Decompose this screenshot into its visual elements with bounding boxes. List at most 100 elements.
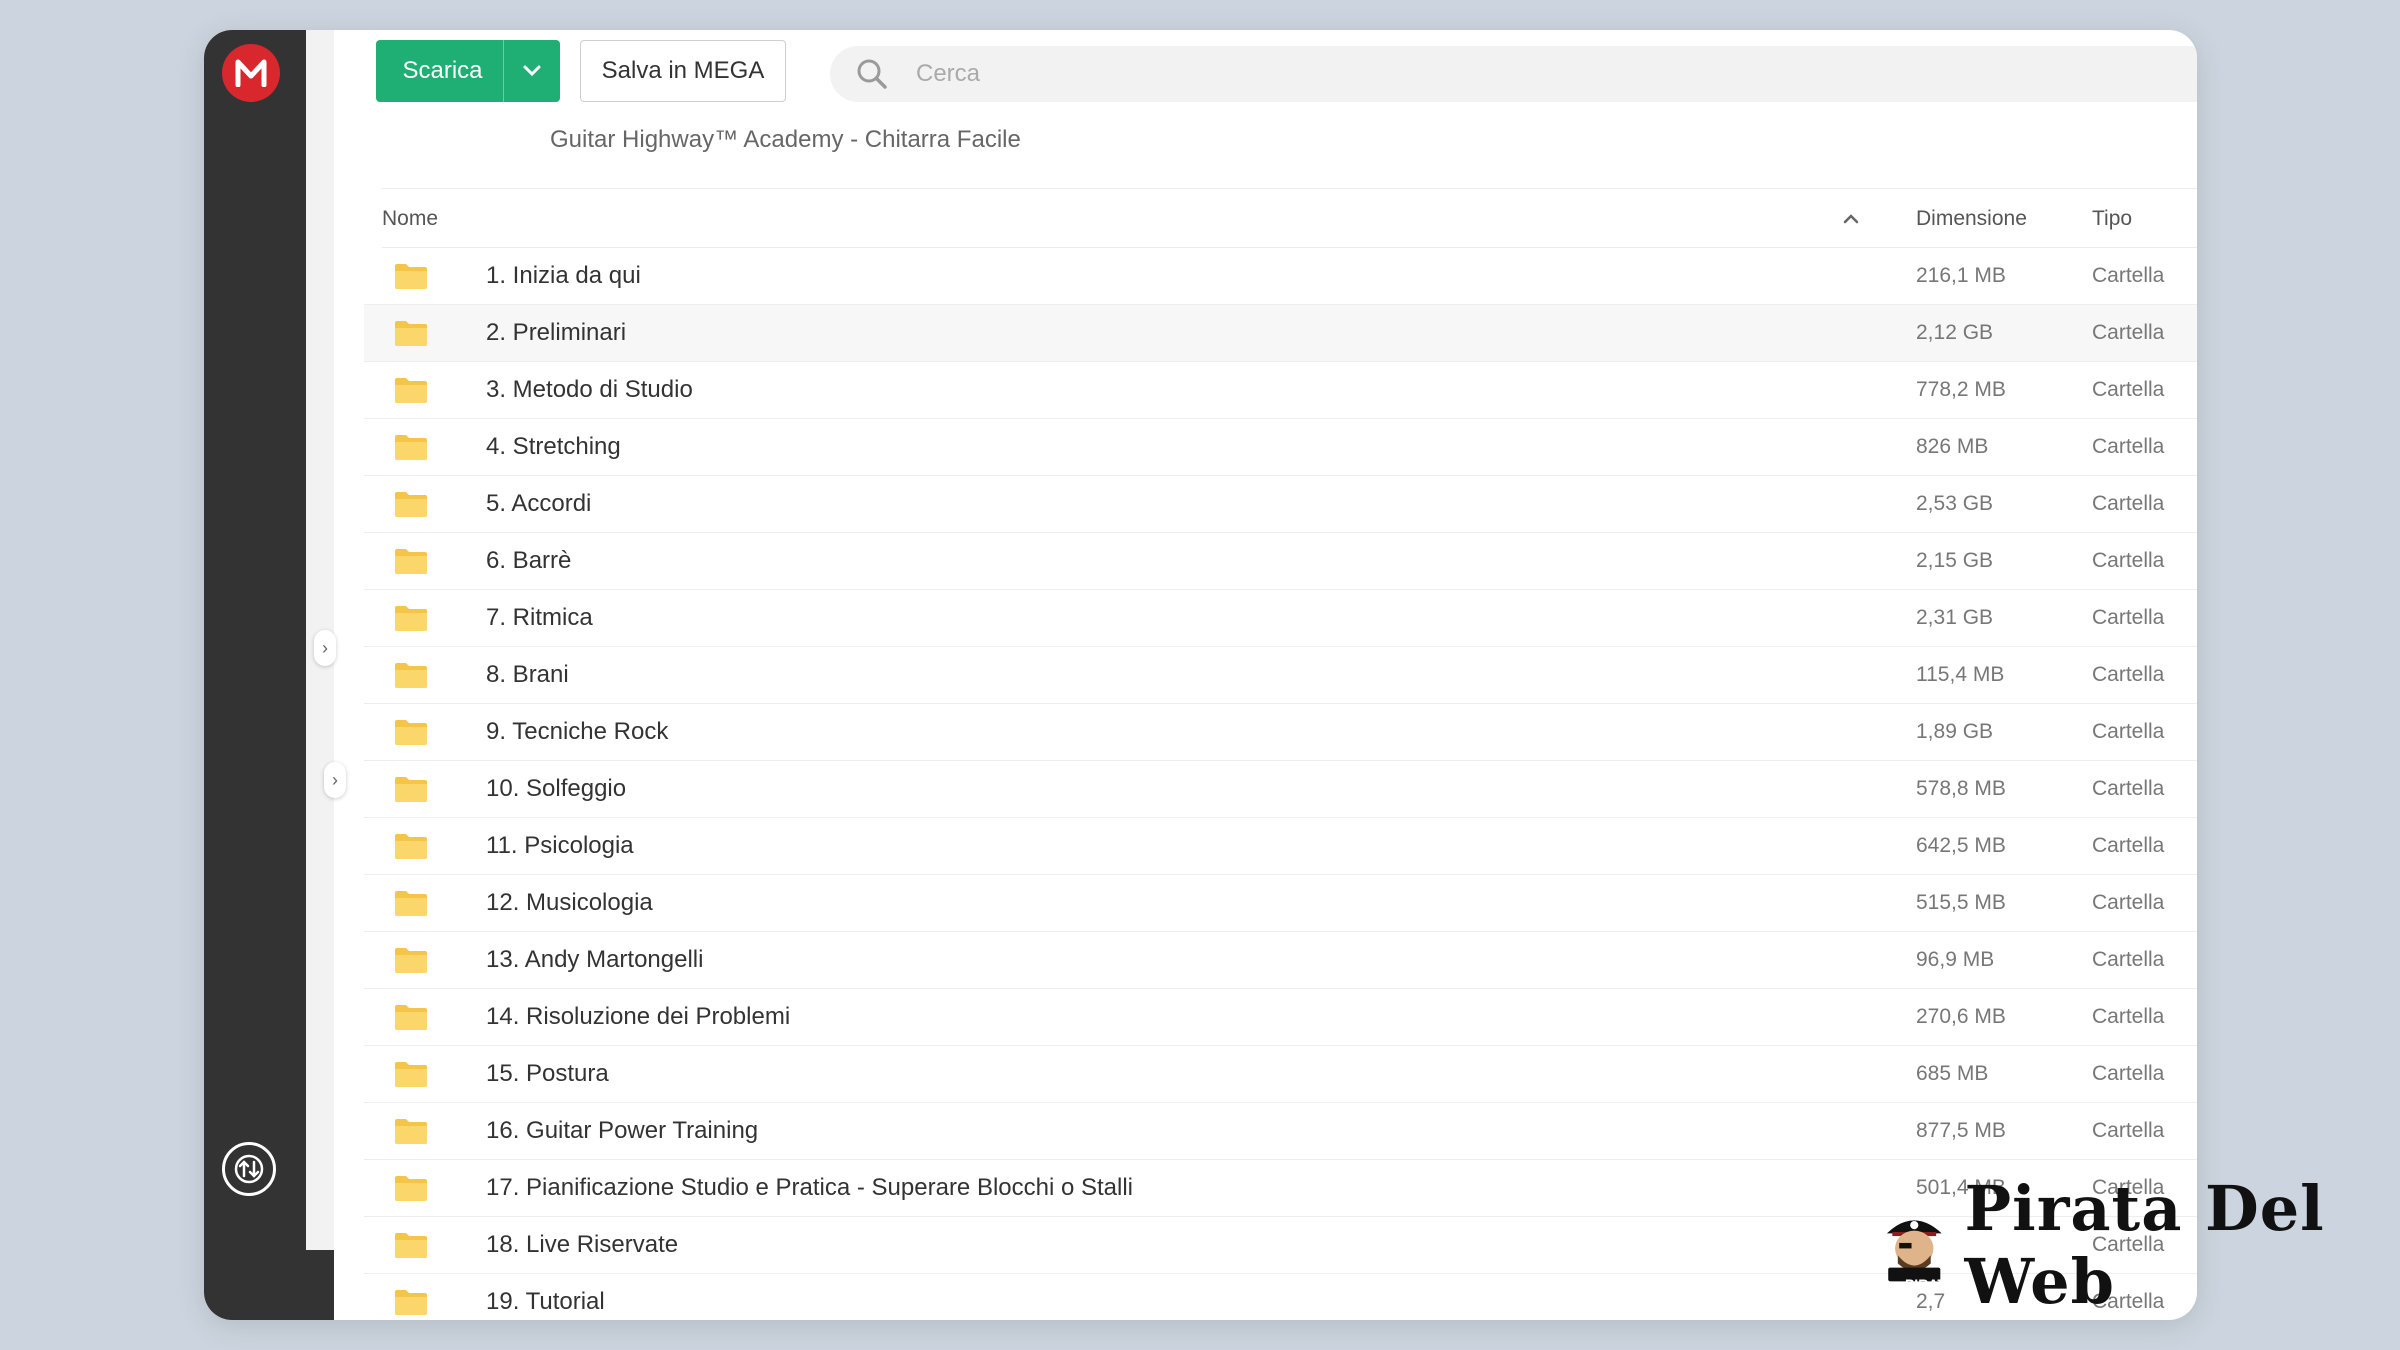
table-row[interactable]: 15. Postura 685 MB Cartella [364, 1046, 2197, 1103]
folder-icon [394, 490, 428, 525]
search-bar[interactable]: Cerca [830, 46, 2197, 102]
table-row[interactable]: 10. Solfeggio 578,8 MB Cartella [364, 761, 2197, 818]
search-icon [848, 57, 896, 91]
row-name: 14. Risoluzione dei Problemi [486, 1003, 791, 1030]
row-size: 578,8 MB [1916, 777, 2006, 800]
folder-icon [394, 433, 428, 468]
row-size: 685 MB [1916, 1062, 1989, 1085]
row-name: 2. Preliminari [486, 319, 627, 346]
row-name: 18. Live Riservate [486, 1231, 679, 1258]
corner-logo-text: Pirata Del Web [1964, 1172, 2325, 1318]
row-name: 12. Musicologia [486, 889, 653, 916]
row-name: 7. Ritmica [486, 604, 593, 631]
chevron-right-icon: › [322, 637, 328, 658]
mega-window: › › Scarica Salva in MEGA Cerca Guitar H… [204, 30, 2197, 1320]
row-name: 15. Postura [486, 1060, 609, 1087]
row-name: 1. Inizia da qui [486, 262, 641, 289]
row-size: 877,5 MB [1916, 1119, 2006, 1142]
folder-icon [394, 946, 428, 981]
column-header-size[interactable]: Dimensione [1916, 207, 2027, 231]
row-size: 778,2 MB [1916, 378, 2006, 401]
folder-icon [394, 718, 428, 753]
folder-icon [394, 604, 428, 639]
row-type: Cartella [2092, 891, 2165, 914]
row-name: 19. Tutorial [486, 1288, 605, 1315]
row-type: Cartella [2092, 606, 2165, 629]
folder-icon [394, 889, 428, 924]
breadcrumb[interactable]: Guitar Highway™ Academy - Chitarra Facil… [550, 126, 1021, 154]
chevron-down-icon[interactable] [503, 40, 560, 102]
table-row[interactable]: 5. Accordi 2,53 GB Cartella [364, 476, 2197, 533]
main-content: Scarica Salva in MEGA Cerca Guitar Highw… [334, 30, 2197, 1320]
save-button-label: Salva in MEGA [601, 57, 765, 84]
row-type: Cartella [2092, 378, 2165, 401]
row-name: 10. Solfeggio [486, 775, 627, 802]
table-row[interactable]: 2. Preliminari 2,12 GB Cartella [364, 305, 2197, 362]
table-row[interactable]: 8. Brani 115,4 MB Cartella [364, 647, 2197, 704]
download-button[interactable]: Scarica [376, 40, 560, 102]
row-name: 13. Andy Martongelli [486, 946, 704, 973]
folder-icon [394, 1117, 428, 1152]
mega-logo-icon[interactable] [222, 44, 280, 102]
table-row[interactable]: 4. Stretching 826 MB Cartella [364, 419, 2197, 476]
folder-icon [394, 832, 428, 867]
row-type: Cartella [2092, 549, 2165, 572]
row-size: 115,4 MB [1916, 663, 2005, 686]
row-type: Cartella [2092, 1005, 2165, 1028]
row-type: Cartella [2092, 1062, 2165, 1085]
row-name: 8. Brani [486, 661, 569, 688]
row-size: 96,9 MB [1916, 948, 1995, 971]
table-row[interactable]: 3. Metodo di Studio 778,2 MB Cartella [364, 362, 2197, 419]
table-row[interactable]: 7. Ritmica 2,31 GB Cartella [364, 590, 2197, 647]
folder-icon [394, 1231, 428, 1266]
save-to-mega-button[interactable]: Salva in MEGA [580, 40, 786, 102]
download-button-label: Scarica [402, 57, 483, 84]
table-row[interactable]: 14. Risoluzione dei Problemi 270,6 MB Cart… [364, 989, 2197, 1046]
row-type: Cartella [2092, 321, 2165, 344]
row-name: 16. Guitar Power Training [486, 1117, 759, 1144]
row-type: Cartella [2092, 1119, 2165, 1142]
folder-icon [394, 1003, 428, 1038]
table-row[interactable]: 6. Barrè 2,15 GB Cartella [364, 533, 2197, 590]
table-row[interactable]: 12. Musicologia 515,5 MB Cartella [364, 875, 2197, 932]
folder-icon [394, 319, 428, 354]
row-size: 270,6 MB [1916, 1005, 2006, 1028]
row-name: 3. Metodo di Studio [486, 376, 693, 403]
corner-logo-badge: PIRATA [1904, 1276, 1956, 1292]
table-header: Nome Dimensione Tipo [382, 188, 2197, 248]
search-input[interactable]: Cerca [916, 60, 980, 88]
row-name: 9. Tecniche Rock [486, 718, 669, 745]
folder-icon [394, 1174, 428, 1209]
transfer-manager-icon[interactable] [222, 1142, 276, 1196]
row-name: 5. Accordi [486, 490, 592, 517]
table-row[interactable]: 16. Guitar Power Training 877,5 MB Cartell… [364, 1103, 2197, 1160]
table-row[interactable]: 1. Inizia da qui 216,1 MB Cartella [364, 248, 2197, 305]
row-size: 2,53 GB [1916, 492, 1994, 515]
row-size: 216,1 MB [1916, 264, 2006, 287]
folder-icon [394, 1060, 428, 1095]
row-name: 11. Psicologia [486, 832, 634, 859]
table-row[interactable]: 9. Tecniche Rock 1,89 GB Cartella [364, 704, 2197, 761]
row-type: Cartella [2092, 948, 2165, 971]
row-size: 826 MB [1916, 435, 1989, 458]
row-type: Cartella [2092, 492, 2165, 515]
table-row[interactable]: 13. Andy Martongelli 96,9 MB Cartella [364, 932, 2197, 989]
row-size: 515,5 MB [1916, 891, 2006, 914]
table-row[interactable]: 11. Psicologia 642,5 MB Cartella [364, 818, 2197, 875]
row-size: 642,5 MB [1916, 834, 2006, 857]
column-header-name[interactable]: Nome [382, 207, 438, 231]
column-header-type[interactable]: Tipo [2092, 207, 2132, 231]
expand-panel-handle[interactable]: › [314, 630, 336, 666]
folder-icon [394, 1288, 428, 1320]
row-type: Cartella [2092, 663, 2165, 686]
folder-icon [394, 376, 428, 411]
row-size: 1,89 GB [1916, 720, 1994, 743]
row-type: Cartella [2092, 834, 2165, 857]
folder-icon [394, 547, 428, 582]
row-type: Cartella [2092, 264, 2165, 287]
row-type: Cartella [2092, 720, 2165, 743]
chevron-up-icon[interactable] [1842, 207, 1860, 231]
row-name: 17. Pianificazione Studio e Pratica - Su… [486, 1174, 1134, 1201]
folder-icon [394, 661, 428, 696]
row-type: Cartella [2092, 435, 2165, 458]
